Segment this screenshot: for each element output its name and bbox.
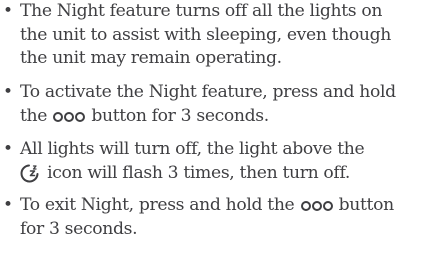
item-text: To activate the Night feature, press and… [20,81,438,128]
bullet: • [3,1,14,21]
item-text: All lights will turn off, the light abov… [20,138,438,185]
text-fragment: button for 3 seconds. [91,105,269,126]
text-line: the button for 3 seconds. [20,105,438,129]
text-fragment: button [338,195,395,215]
item-text: To exit Night, press and hold the button… [20,194,438,241]
text-line: To exit Night, press and hold the button [20,194,438,218]
text-line: All lights will turn off, the light abov… [20,139,365,159]
text-line: the unit may remain operating. [20,48,282,69]
bullet: • [3,139,14,159]
bullet: • [3,82,14,102]
item-text: The Night feature turns off all the ligh… [20,0,438,71]
bullet: • [3,195,14,215]
three-dots-icon [53,111,86,122]
moon-sleep-icon [20,164,39,183]
text-line: The Night feature turns off all the ligh… [20,1,383,21]
text-line: the unit to assist with sleeping, even t… [20,24,392,45]
text-fragment: To exit Night, press and hold the [20,195,295,215]
text-fragment: the [20,105,48,126]
text-line: for 3 seconds. [20,218,138,239]
text-line: To activate the Night feature, press and… [20,82,396,102]
three-dots-icon [300,201,333,211]
instruction-list: • The Night feature turns off all the li… [0,0,440,277]
text-fragment: icon will flash 3 times, then turn off. [47,162,350,183]
text-line: icon will flash 3 times, then turn off. [20,162,438,186]
